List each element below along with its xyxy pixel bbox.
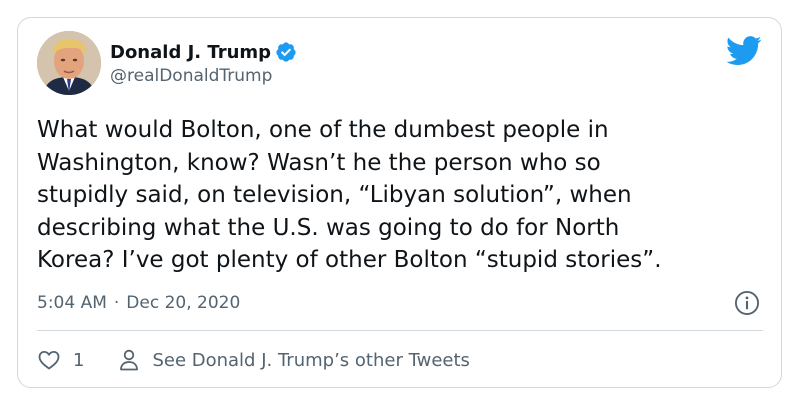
author-handle[interactable]: @realDonaldTrump	[110, 66, 272, 86]
person-icon	[120, 349, 139, 371]
author-display-name[interactable]: Donald J. Trump	[110, 42, 271, 63]
like-button[interactable]: 1	[37, 348, 84, 372]
divider	[37, 330, 763, 331]
like-count[interactable]: 1	[73, 350, 84, 371]
author-avatar[interactable]	[37, 31, 101, 95]
tweet-actions: 1 See Donald J. Trump’s other Tweets	[37, 345, 470, 375]
tweet-time[interactable]: 5:04 AM	[37, 293, 107, 313]
heart-icon[interactable]	[37, 348, 61, 372]
profile-link[interactable]: See Donald J. Trump’s other Tweets	[118, 348, 470, 372]
tweet-card: Donald J. Trump @realDonaldTrump What wo…	[17, 17, 782, 388]
info-icon[interactable]	[733, 289, 761, 317]
profile-link-label[interactable]: See Donald J. Trump’s other Tweets	[152, 350, 469, 371]
tweet-date[interactable]: Dec 20, 2020	[126, 293, 240, 313]
avatar-photo-icon	[37, 31, 101, 95]
timestamp-separator: ·	[113, 293, 120, 313]
tweet-text: What would Bolton, one of the dumbest pe…	[37, 117, 662, 273]
author-name-row[interactable]: Donald J. Trump	[110, 38, 297, 66]
twitter-bird-icon[interactable]	[726, 36, 762, 66]
tweet-timestamp[interactable]: 5:04 AM · Dec 20, 2020	[37, 290, 240, 316]
verified-badge-icon	[276, 42, 296, 62]
